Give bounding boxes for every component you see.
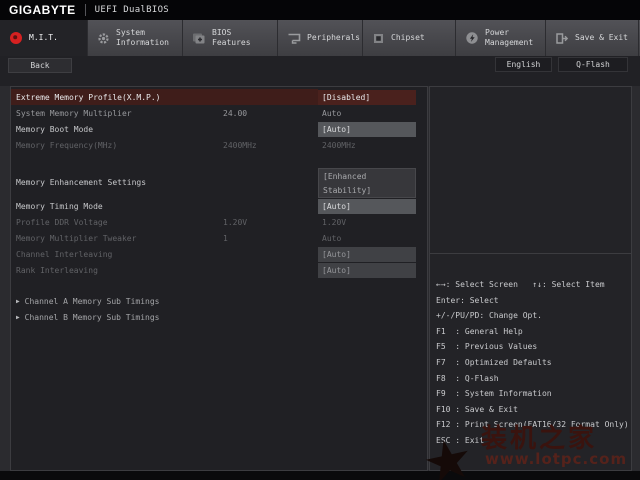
monitor-icon	[287, 32, 301, 45]
setting-current: 1.20V	[223, 217, 248, 227]
submenu-label: Channel B Memory Sub Timings	[24, 312, 160, 322]
key-legend-line: F8 : Q-Flash	[436, 373, 499, 383]
bios-screen: GIGABYTE UEFI DualBIOS M.I.T. System Info…	[0, 0, 640, 480]
submenu-list: ▶ Channel A Memory Sub Timings ▶ Channel…	[11, 293, 427, 325]
setting-row-multiplier-tweaker: Memory Multiplier Tweaker 1 Auto	[11, 230, 427, 246]
setting-row-profile-ddr-voltage: Profile DDR Voltage 1.20V 1.20V	[11, 214, 427, 230]
tab-chipset[interactable]: Chipset	[363, 20, 456, 56]
chip-icon	[372, 32, 385, 45]
key-legend-line: ←→: Select Screen ↑↓: Select Item	[436, 280, 605, 289]
submenu-arrow-icon: ▶	[16, 313, 20, 321]
help-panel-divider	[430, 253, 631, 254]
key-legend-line: F5 : Previous Values	[436, 342, 538, 352]
gigabyte-logo: GIGABYTE	[9, 3, 76, 17]
setting-value: 1.20V	[322, 217, 347, 227]
setting-current: 24.00	[223, 108, 248, 118]
setting-current: 2400MHz	[223, 140, 257, 150]
tab-system-information[interactable]: System Information	[88, 20, 183, 56]
tab-save-exit[interactable]: Save & Exit	[546, 20, 639, 56]
toolbar: Back English Q-Flash	[0, 56, 640, 86]
setting-label: Memory Enhancement Settings	[16, 178, 147, 187]
setting-label: Memory Boot Mode	[16, 124, 94, 134]
key-legend: ←→: Select Screen ↑↓: Select Item Enter:…	[436, 277, 629, 449]
tab-power-management[interactable]: Power Management	[456, 20, 546, 56]
setting-label: Rank Interleaving	[16, 265, 98, 275]
setting-row-memory-boot-mode[interactable]: Memory Boot Mode [Auto]	[11, 121, 427, 137]
key-legend-line: +/-/PU/PD: Change Opt.	[436, 311, 542, 321]
bottom-strip	[0, 471, 640, 480]
submenu-channel-b-sub-timings[interactable]: ▶ Channel B Memory Sub Timings	[11, 309, 427, 325]
setting-row-rank-interleaving: Rank Interleaving [Auto]	[11, 262, 427, 278]
settings-panel: Extreme Memory Profile(X.M.P.) [Disabled…	[10, 86, 428, 471]
help-panel: ←→: Select Screen ↑↓: Select Item Enter:…	[429, 86, 632, 471]
setting-label: Channel Interleaving	[16, 249, 113, 259]
key-legend-line: F1 : General Help	[436, 326, 523, 336]
setting-label: Memory Multiplier Tweaker	[16, 233, 137, 243]
setting-row-memory-enhancement[interactable]: Memory Enhancement Settings [Enhanced St…	[11, 167, 427, 198]
setting-value: [Auto]	[318, 262, 416, 278]
key-legend-line: Enter: Select	[436, 295, 499, 305]
setting-row-memory-timing-mode[interactable]: Memory Timing Mode [Auto]	[11, 198, 427, 214]
key-legend-line: F10 : Save & Exit	[436, 404, 518, 414]
key-legend-line: F9 : System Information	[436, 389, 552, 399]
tab-mit[interactable]: M.I.T.	[0, 20, 88, 56]
key-legend-line: F7 : Optimized Defaults	[436, 357, 552, 367]
setting-label: System Memory Multiplier	[16, 108, 132, 118]
header-divider	[84, 4, 86, 16]
setting-row-channel-interleaving: Channel Interleaving [Auto]	[11, 246, 427, 262]
setting-value[interactable]: [Enhanced Stability]	[318, 167, 416, 198]
key-legend-line: F12 : Print Screen(FAT16/32 Format Only)	[436, 420, 629, 430]
setting-value[interactable]: Auto	[318, 106, 416, 121]
setting-value: 2400MHz	[322, 140, 356, 150]
bios-product-name: UEFI DualBIOS	[94, 5, 170, 15]
setting-label: Profile DDR Voltage	[16, 217, 108, 227]
setting-value[interactable]: [Auto]	[318, 121, 416, 137]
tab-bios-features[interactable]: BIOS Features	[183, 20, 278, 56]
setting-value: Auto	[322, 233, 342, 243]
submenu-channel-a-sub-timings[interactable]: ▶ Channel A Memory Sub Timings	[11, 293, 427, 309]
settings-list: Extreme Memory Profile(X.M.P.) [Disabled…	[11, 89, 427, 325]
setting-value[interactable]: [Disabled]	[318, 89, 416, 105]
setting-current: 1	[223, 233, 228, 243]
title-bar: GIGABYTE UEFI DualBIOS	[0, 0, 640, 20]
back-button[interactable]: Back	[8, 58, 72, 73]
tab-peripherals[interactable]: Peripherals	[278, 20, 363, 56]
setting-row-memory-frequency: Memory Frequency(MHz) 2400MHz 2400MHz	[11, 137, 427, 153]
setting-value: [Auto]	[318, 246, 416, 262]
exit-door-icon	[555, 32, 569, 45]
setting-value[interactable]: [Auto]	[318, 198, 416, 214]
mit-target-icon	[9, 31, 23, 45]
setting-label: Memory Frequency(MHz)	[16, 140, 118, 150]
power-bolt-icon	[465, 31, 479, 45]
submenu-arrow-icon: ▶	[16, 297, 20, 305]
submenu-label: Channel A Memory Sub Timings	[24, 296, 160, 306]
setting-row-memory-multiplier[interactable]: System Memory Multiplier 24.00 Auto	[11, 105, 427, 121]
tab-bar: M.I.T. System Information BIOS Features Pe…	[0, 20, 640, 56]
setting-label: Memory Timing Mode	[16, 201, 103, 211]
qflash-button[interactable]: Q-Flash	[558, 57, 628, 72]
key-legend-line: ESC : Exit	[436, 435, 485, 445]
gear-icon	[97, 32, 110, 45]
folder-plus-icon	[192, 32, 206, 45]
setting-label: Extreme Memory Profile(X.M.P.)	[16, 92, 161, 102]
language-button[interactable]: English	[495, 57, 552, 72]
setting-row-xmp[interactable]: Extreme Memory Profile(X.M.P.) [Disabled…	[11, 89, 427, 105]
